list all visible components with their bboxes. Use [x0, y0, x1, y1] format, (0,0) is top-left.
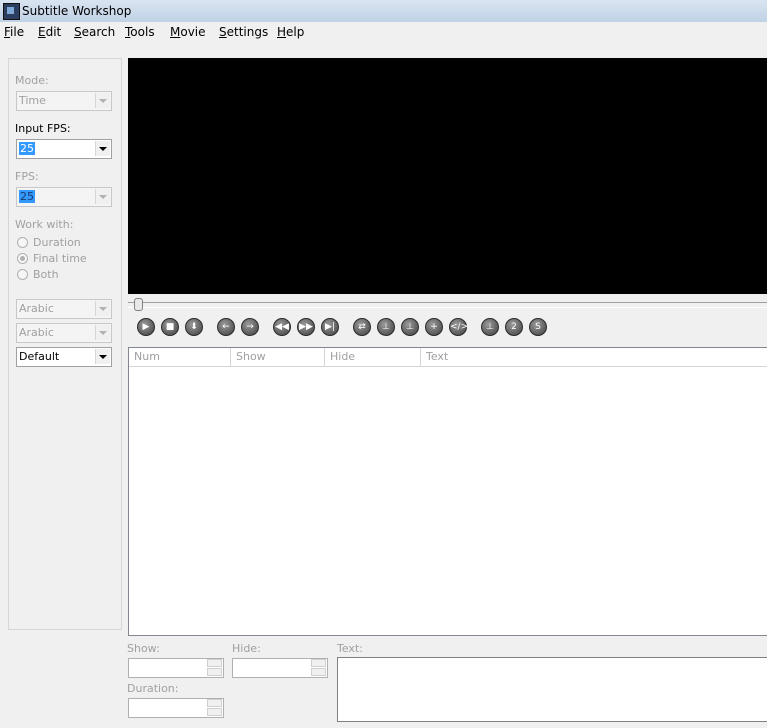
code-icon[interactable]: </> [449, 318, 468, 336]
radio-both[interactable] [17, 269, 28, 280]
menu-movie-accel: M [170, 25, 181, 39]
show-label: Show: [127, 642, 160, 655]
work-with-label: Work with: [15, 218, 74, 231]
chevron-down-icon [95, 141, 110, 156]
radio-duration-label: Duration [33, 236, 81, 249]
language-select-2[interactable]: Arabic [16, 323, 112, 343]
seek-track[interactable] [128, 302, 767, 308]
spin-down-icon[interactable] [207, 708, 222, 716]
radio-final-time-label: Final time [33, 252, 87, 265]
s-icon[interactable]: S [529, 318, 547, 336]
set-start-icon[interactable]: ⊥ [377, 318, 395, 336]
fps-value: 25 [19, 190, 35, 203]
menu-bar: File Edit Search Tools Movie Settings He… [0, 22, 767, 42]
duration-label: Duration: [127, 682, 179, 695]
left-arrow-icon[interactable]: ← [217, 318, 235, 336]
mode-label: Mode: [15, 74, 49, 87]
menu-search-rest: earch [81, 25, 116, 39]
mode-value: Time [19, 94, 46, 107]
style-select[interactable]: Default [16, 347, 112, 367]
loop-icon[interactable]: ⇄ [353, 318, 371, 336]
subtitle-text-input[interactable] [337, 657, 767, 722]
down-icon[interactable]: ⬇ [185, 318, 203, 336]
menu-tools-rest: ools [130, 25, 155, 39]
subtitle-list[interactable]: Num Show Hide Text [128, 347, 767, 636]
menu-edit-rest: dit [45, 25, 62, 39]
title-bar: Subtitle Workshop [0, 0, 767, 23]
menu-movie-rest: ovie [180, 25, 206, 39]
column-num[interactable]: Num [129, 348, 231, 366]
language-select-1[interactable]: Arabic [16, 299, 112, 319]
play-icon[interactable]: ▶ [137, 318, 155, 336]
menu-search[interactable]: Search [74, 25, 115, 39]
hide-label: Hide: [232, 642, 261, 655]
spin-up-icon[interactable] [207, 659, 222, 667]
add-icon[interactable]: + [425, 318, 443, 336]
menu-settings-rest: ettings [226, 25, 269, 39]
second-icon[interactable]: 2 [505, 318, 523, 336]
window-title: Subtitle Workshop [22, 4, 132, 18]
duration-input[interactable] [128, 698, 224, 718]
column-hide[interactable]: Hide [325, 348, 421, 366]
spin-up-icon[interactable] [311, 659, 326, 667]
menu-help-accel: H [277, 25, 287, 39]
spin-up-icon[interactable] [207, 699, 222, 707]
radio-both-label: Both [33, 268, 59, 281]
menu-search-accel: S [74, 25, 82, 39]
first-icon[interactable]: ⊥ [481, 318, 499, 336]
chevron-down-icon [95, 93, 110, 108]
input-fps-label: Input FPS: [15, 122, 71, 135]
column-show[interactable]: Show [231, 348, 325, 366]
fast-forward-icon[interactable]: ▶▶ [297, 318, 315, 336]
menu-help[interactable]: Help [277, 25, 304, 39]
set-end-icon[interactable]: ⊥ [401, 318, 419, 336]
seek-thumb[interactable] [134, 298, 143, 311]
menu-help-rest: elp [286, 25, 305, 39]
chevron-down-icon [95, 189, 110, 204]
menu-file-rest: ile [10, 25, 25, 39]
menu-edit-accel: E [38, 25, 46, 39]
menu-tools[interactable]: Tools [125, 25, 155, 39]
spin-down-icon[interactable] [311, 668, 326, 676]
radio-duration[interactable] [17, 237, 28, 248]
menu-file[interactable]: File [4, 25, 24, 39]
mode-select[interactable]: Time [16, 91, 112, 111]
chevron-down-icon [95, 325, 110, 340]
hide-time-input[interactable] [232, 658, 328, 678]
fps-label: FPS: [15, 170, 39, 183]
stop-icon[interactable]: ■ [161, 318, 179, 336]
menu-movie[interactable]: Movie [170, 25, 206, 39]
input-fps-select[interactable]: 25 [16, 139, 112, 159]
spin-down-icon[interactable] [207, 668, 222, 676]
menu-settings-accel: S [219, 25, 227, 39]
radio-final-time[interactable] [17, 253, 28, 264]
style-value: Default [19, 350, 60, 363]
chevron-down-icon [95, 301, 110, 316]
right-arrow-icon[interactable]: → [241, 318, 259, 336]
app-icon [3, 3, 20, 20]
column-text[interactable]: Text [421, 348, 767, 366]
menu-settings[interactable]: Settings [219, 25, 268, 39]
fps-select[interactable]: 25 [16, 187, 112, 207]
chevron-down-icon [95, 349, 110, 364]
text-label: Text: [337, 642, 363, 655]
rewind-icon[interactable]: ◀◀ [273, 318, 291, 336]
video-preview[interactable] [128, 58, 767, 294]
show-time-input[interactable] [128, 658, 224, 678]
menu-edit[interactable]: Edit [38, 25, 61, 39]
input-fps-value: 25 [19, 142, 35, 155]
list-header: Num Show Hide Text [129, 348, 767, 367]
language-1-value: Arabic [19, 302, 54, 315]
next-frame-icon[interactable]: ▶| [321, 318, 339, 336]
language-2-value: Arabic [19, 326, 54, 339]
